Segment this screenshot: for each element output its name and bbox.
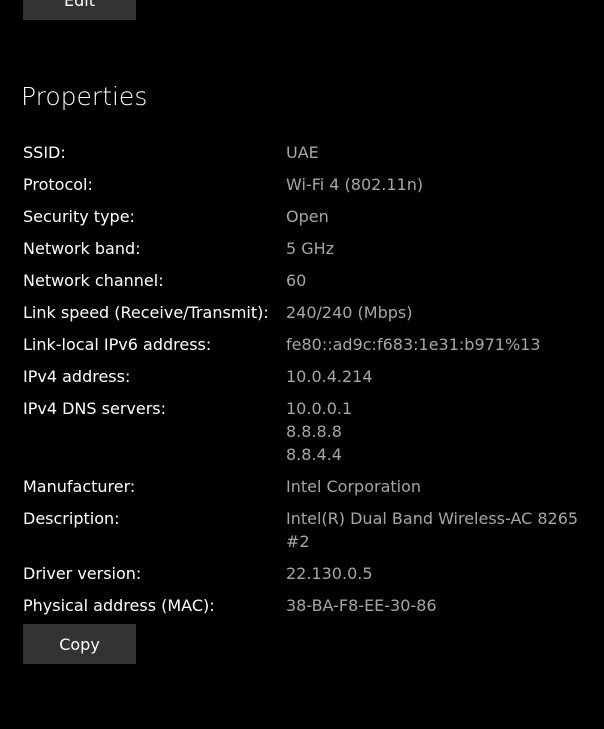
property-value-line: Intel(R) Dual Band Wireless-AC 8265 — [286, 509, 579, 528]
property-value-line: UAE — [286, 143, 319, 162]
property-label: Network channel: — [23, 271, 164, 290]
properties-heading: Properties — [21, 82, 148, 111]
property-row-ipv6-address: Link-local IPv6 address: fe80::ad9c:f683… — [23, 333, 583, 356]
property-value: Intel Corporation — [286, 475, 583, 498]
property-value: 60 — [286, 269, 583, 292]
property-value-line: 10.0.4.214 — [286, 367, 373, 386]
property-value: 38-BA-F8-EE-30-86 — [286, 594, 583, 617]
property-value-line: 10.0.0.1 — [286, 399, 353, 418]
property-label: IPv4 DNS servers: — [23, 399, 167, 418]
property-row-mac-address: Physical address (MAC): 38-BA-F8-EE-30-8… — [23, 594, 583, 617]
property-value-line: Wi-Fi 4 (802.11n) — [286, 175, 424, 194]
property-value: 240/240 (Mbps) — [286, 301, 583, 324]
property-value: 10.0.0.1 8.8.8.8 8.8.4.4 — [286, 397, 583, 466]
property-row-driver-version: Driver version: 22.130.0.5 — [23, 562, 583, 585]
property-value: Wi-Fi 4 (802.11n) — [286, 173, 583, 196]
property-value-line: fe80::ad9c:f683:1e31:b971%13 — [286, 335, 541, 354]
property-label: Manufacturer: — [23, 477, 136, 496]
property-value: 10.0.4.214 — [286, 365, 583, 388]
property-value-line: 22.130.0.5 — [286, 564, 373, 583]
property-value-line: Open — [286, 207, 329, 226]
property-row-ssid: SSID: UAE — [23, 141, 583, 164]
property-row-dns-servers: IPv4 DNS servers: 10.0.0.1 8.8.8.8 8.8.4… — [23, 397, 583, 466]
property-row-link-speed: Link speed (Receive/Transmit): 240/240 (… — [23, 301, 583, 324]
property-row-network-channel: Network channel: 60 — [23, 269, 583, 292]
property-value-line: #2 — [286, 532, 310, 551]
property-value-line: 240/240 (Mbps) — [286, 303, 413, 322]
property-value: Open — [286, 205, 583, 228]
property-value: 5 GHz — [286, 237, 583, 260]
property-label: IPv4 address: — [23, 367, 131, 386]
property-row-network-band: Network band: 5 GHz — [23, 237, 583, 260]
property-value-line: 8.8.8.8 — [286, 422, 342, 441]
property-label: Driver version: — [23, 564, 142, 583]
property-value: Intel(R) Dual Band Wireless-AC 8265 #2 — [286, 507, 583, 553]
property-label: Protocol: — [23, 175, 93, 194]
property-value-line: Intel Corporation — [286, 477, 422, 496]
property-label: Link-local IPv6 address: — [23, 335, 212, 354]
property-value-line: 5 GHz — [286, 239, 335, 258]
property-row-ipv4-address: IPv4 address: 10.0.4.214 — [23, 365, 583, 388]
property-row-protocol: Protocol: Wi-Fi 4 (802.11n) — [23, 173, 583, 196]
property-value-line: 60 — [286, 271, 307, 290]
property-label: Link speed (Receive/Transmit): — [23, 303, 269, 322]
property-row-manufacturer: Manufacturer: Intel Corporation — [23, 475, 583, 498]
properties-list: SSID: UAE Protocol: Wi-Fi 4 (802.11n) Se… — [23, 141, 583, 626]
property-label: Description: — [23, 509, 120, 528]
property-row-description: Description: Intel(R) Dual Band Wireless… — [23, 507, 583, 553]
property-value-line: 38-BA-F8-EE-30-86 — [286, 596, 437, 615]
copy-button[interactable]: Copy — [23, 624, 136, 664]
property-value: 22.130.0.5 — [286, 562, 583, 585]
property-label: Network band: — [23, 239, 141, 258]
property-label: SSID: — [23, 143, 66, 162]
property-label: Physical address (MAC): — [23, 596, 215, 615]
property-value: fe80::ad9c:f683:1e31:b971%13 — [286, 333, 583, 356]
property-value-line: 8.8.4.4 — [286, 445, 342, 464]
property-value: UAE — [286, 141, 583, 164]
property-row-security-type: Security type: Open — [23, 205, 583, 228]
edit-button[interactable]: Edit — [23, 0, 136, 20]
property-label: Security type: — [23, 207, 135, 226]
